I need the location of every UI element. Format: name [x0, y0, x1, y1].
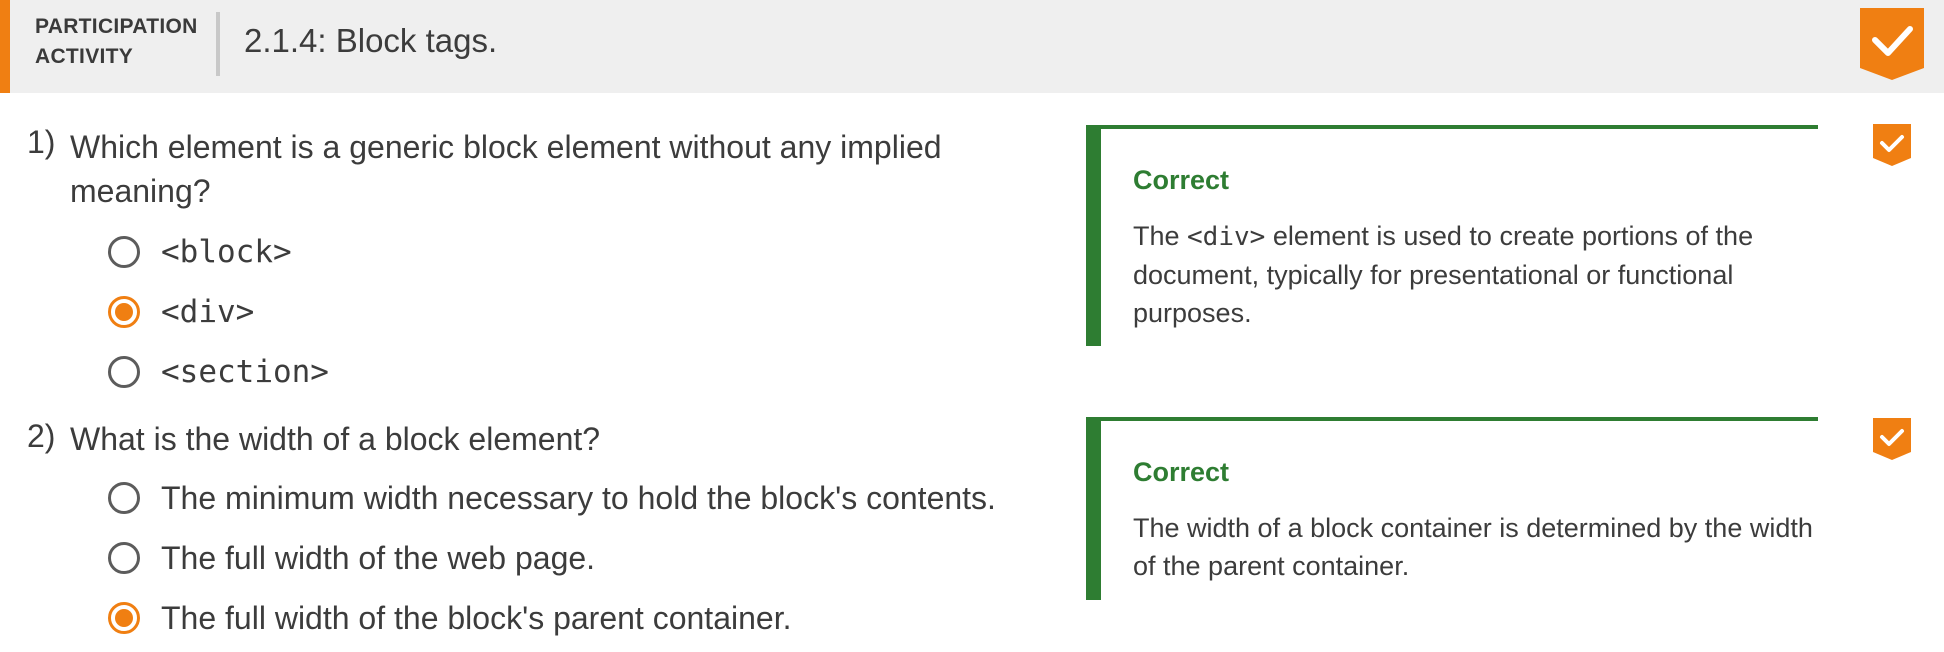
answer-option[interactable]: <block>: [108, 232, 292, 272]
check-badge-icon: [1873, 124, 1911, 166]
feedback-text: The <div> element is used to create port…: [1133, 217, 1823, 332]
feedback-text-part: The: [1133, 221, 1188, 251]
answer-option[interactable]: <section>: [108, 352, 329, 392]
participation-label-line1: PARTICIPATION: [35, 15, 198, 38]
header-accent-bar: [0, 0, 10, 93]
feedback-title: Correct: [1133, 165, 1230, 195]
option-label: The full width of the block's parent con…: [161, 599, 792, 636]
header-divider: [216, 12, 220, 76]
feedback-text: The width of a block container is determ…: [1133, 513, 1813, 581]
feedback-panel: Correct The <div> element is used to cre…: [1086, 125, 1818, 346]
option-label: <section>: [161, 354, 329, 390]
question-number: 1): [27, 124, 56, 160]
feedback-title: Correct: [1133, 457, 1230, 487]
question-text: Which element is a generic block element…: [70, 129, 942, 209]
question-number: 2): [27, 418, 56, 454]
radio-button[interactable]: [108, 542, 140, 574]
answer-option[interactable]: The full width of the web page.: [108, 538, 595, 578]
feedback-code: <div>: [1187, 222, 1266, 252]
option-label: The full width of the web page.: [161, 539, 596, 576]
activity-header: PARTICIPATION ACTIVITY 2.1.4: Block tags…: [0, 0, 1944, 93]
participation-label-line2: ACTIVITY: [35, 45, 134, 68]
radio-button-selected[interactable]: [108, 602, 140, 634]
answer-option[interactable]: The minimum width necessary to hold the …: [108, 478, 996, 518]
option-label: <block>: [161, 234, 292, 270]
radio-button[interactable]: [108, 236, 140, 268]
option-label: <div>: [161, 294, 255, 330]
participation-label: PARTICIPATION ACTIVITY: [35, 12, 205, 72]
question-text: What is the width of a block element?: [70, 421, 601, 457]
radio-button[interactable]: [108, 356, 140, 388]
check-badge-icon: [1860, 8, 1924, 80]
check-badge-icon: [1873, 418, 1911, 460]
feedback-panel: Correct The width of a block container i…: [1086, 417, 1818, 600]
answer-option[interactable]: <div>: [108, 292, 254, 332]
option-label: The minimum width necessary to hold the …: [161, 479, 996, 516]
radio-button-selected[interactable]: [108, 296, 140, 328]
activity-title: 2.1.4: Block tags.: [244, 22, 498, 59]
answer-option[interactable]: The full width of the block's parent con…: [108, 598, 791, 638]
radio-button[interactable]: [108, 482, 140, 514]
